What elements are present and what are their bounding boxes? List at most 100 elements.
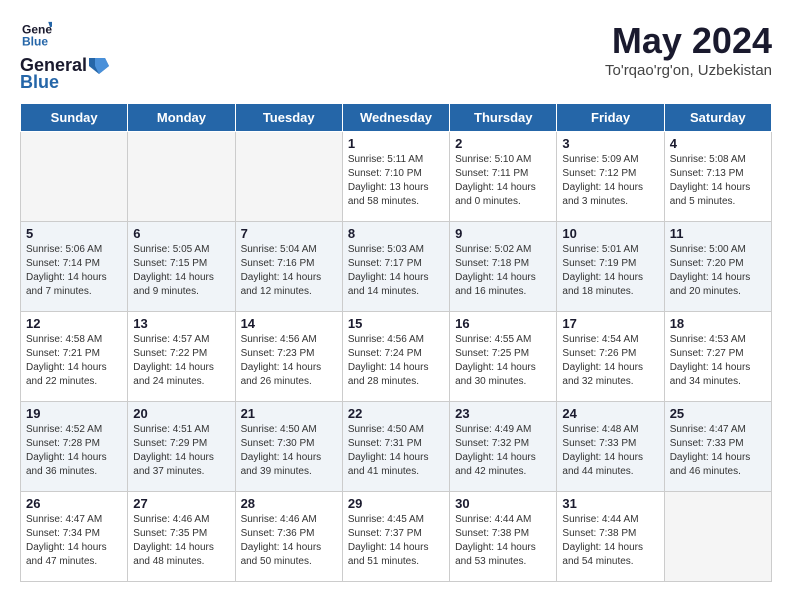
calendar-cell: 17 Sunrise: 4:54 AMSunset: 7:26 PMDayligh…	[557, 312, 664, 402]
month-title: May 2024	[605, 20, 772, 62]
day-info: Sunrise: 4:45 AMSunset: 7:37 PMDaylight:…	[348, 513, 444, 569]
day-info: Sunrise: 4:47 AMSunset: 7:33 PMDaylight:…	[670, 423, 766, 479]
day-number: 28	[241, 496, 337, 511]
day-number: 17	[562, 316, 658, 331]
day-number: 12	[26, 316, 122, 331]
calendar-cell: 31 Sunrise: 4:44 AMSunset: 7:38 PMDayligh…	[557, 492, 664, 582]
calendar-cell	[21, 132, 128, 222]
day-info: Sunrise: 4:55 AMSunset: 7:25 PMDaylight:…	[455, 333, 551, 389]
calendar-cell: 27Sunrise: 4:46 AMSunset: 7:35 PMDayligh…	[128, 492, 235, 582]
day-info: Sunrise: 5:09 AMSunset: 7:12 PMDaylight:…	[562, 153, 658, 209]
day-info: Sunrise: 4:50 AMSunset: 7:30 PMDaylight:…	[241, 423, 337, 479]
day-number: 25	[670, 406, 766, 421]
day-number: 15	[348, 316, 444, 331]
day-number: 14	[241, 316, 337, 331]
day-info: Sunrise: 4:56 AMSunset: 7:24 PMDaylight:…	[348, 333, 444, 389]
day-info: Sunrise: 4:57 AMSunset: 7:22 PMDaylight:…	[133, 333, 229, 389]
calendar-cell: 1 Sunrise: 5:11 AMSunset: 7:10 PMDaylight…	[342, 132, 449, 222]
calendar-cell: 9 Sunrise: 5:02 AMSunset: 7:18 PMDaylight…	[450, 222, 557, 312]
calendar-cell: 16Sunrise: 4:55 AMSunset: 7:25 PMDayligh…	[450, 312, 557, 402]
day-info: Sunrise: 5:02 AMSunset: 7:18 PMDaylight:…	[455, 243, 551, 299]
day-number: 11	[670, 226, 766, 241]
calendar-week-3: 12Sunrise: 4:58 AMSunset: 7:21 PMDayligh…	[21, 312, 772, 402]
day-number: 29	[348, 496, 444, 511]
calendar-cell: 13 Sunrise: 4:57 AMSunset: 7:22 PMDayligh…	[128, 312, 235, 402]
day-number: 21	[241, 406, 337, 421]
calendar-cell: 29 Sunrise: 4:45 AMSunset: 7:37 PMDayligh…	[342, 492, 449, 582]
day-info: Sunrise: 4:48 AMSunset: 7:33 PMDaylight:…	[562, 423, 658, 479]
calendar-cell: 10 Sunrise: 5:01 AMSunset: 7:19 PMDayligh…	[557, 222, 664, 312]
day-number: 9	[455, 226, 551, 241]
day-info: Sunrise: 4:54 AMSunset: 7:26 PMDaylight:…	[562, 333, 658, 389]
calendar-cell: 14 Sunrise: 4:56 AMSunset: 7:23 PMDayligh…	[235, 312, 342, 402]
calendar-cell: 7 Sunrise: 5:04 AMSunset: 7:16 PMDaylight…	[235, 222, 342, 312]
day-info: Sunrise: 5:11 AMSunset: 7:10 PMDaylight:…	[348, 153, 444, 209]
day-number: 31	[562, 496, 658, 511]
day-number: 1	[348, 136, 444, 151]
page-header: General Blue General Blue May 2024 To'rq…	[20, 20, 772, 93]
day-info: Sunrise: 4:46 AMSunset: 7:35 PMDaylight:…	[133, 513, 229, 569]
logo-icon: General Blue	[22, 20, 52, 50]
calendar-week-4: 19 Sunrise: 4:52 AMSunset: 7:28 PMDayligh…	[21, 402, 772, 492]
day-header-wednesday: Wednesday	[342, 104, 449, 132]
day-info: Sunrise: 4:44 AMSunset: 7:38 PMDaylight:…	[455, 513, 551, 569]
day-info: Sunrise: 5:08 AMSunset: 7:13 PMDaylight:…	[670, 153, 766, 209]
day-number: 30	[455, 496, 551, 511]
day-number: 19	[26, 406, 122, 421]
calendar-cell	[664, 492, 771, 582]
day-number: 13	[133, 316, 229, 331]
calendar-cell: 28 Sunrise: 4:46 AMSunset: 7:36 PMDayligh…	[235, 492, 342, 582]
day-info: Sunrise: 5:04 AMSunset: 7:16 PMDaylight:…	[241, 243, 337, 299]
day-number: 5	[26, 226, 122, 241]
day-info: Sunrise: 4:51 AMSunset: 7:29 PMDaylight:…	[133, 423, 229, 479]
day-number: 8	[348, 226, 444, 241]
calendar-cell: 8 Sunrise: 5:03 AMSunset: 7:17 PMDaylight…	[342, 222, 449, 312]
day-number: 26	[26, 496, 122, 511]
svg-text:Blue: Blue	[22, 35, 48, 49]
day-info: Sunrise: 4:44 AMSunset: 7:38 PMDaylight:…	[562, 513, 658, 569]
day-number: 3	[562, 136, 658, 151]
calendar-cell: 21 Sunrise: 4:50 AMSunset: 7:30 PMDayligh…	[235, 402, 342, 492]
calendar-cell: 18Sunrise: 4:53 AMSunset: 7:27 PMDayligh…	[664, 312, 771, 402]
day-header-saturday: Saturday	[664, 104, 771, 132]
day-number: 24	[562, 406, 658, 421]
calendar-cell: 12Sunrise: 4:58 AMSunset: 7:21 PMDayligh…	[21, 312, 128, 402]
calendar-cell: 4 Sunrise: 5:08 AMSunset: 7:13 PMDaylight…	[664, 132, 771, 222]
day-info: Sunrise: 4:52 AMSunset: 7:28 PMDaylight:…	[26, 423, 122, 479]
day-number: 10	[562, 226, 658, 241]
day-number: 6	[133, 226, 229, 241]
day-info: Sunrise: 4:53 AMSunset: 7:27 PMDaylight:…	[670, 333, 766, 389]
calendar-week-5: 26 Sunrise: 4:47 AMSunset: 7:34 PMDayligh…	[21, 492, 772, 582]
calendar-cell: 25 Sunrise: 4:47 AMSunset: 7:33 PMDayligh…	[664, 402, 771, 492]
day-info: Sunrise: 4:46 AMSunset: 7:36 PMDaylight:…	[241, 513, 337, 569]
calendar-cell: 22 Sunrise: 4:50 AMSunset: 7:31 PMDayligh…	[342, 402, 449, 492]
calendar-body: 1 Sunrise: 5:11 AMSunset: 7:10 PMDaylight…	[21, 132, 772, 582]
calendar-cell: 23Sunrise: 4:49 AMSunset: 7:32 PMDayligh…	[450, 402, 557, 492]
day-info: Sunrise: 5:01 AMSunset: 7:19 PMDaylight:…	[562, 243, 658, 299]
day-number: 20	[133, 406, 229, 421]
calendar-cell: 15 Sunrise: 4:56 AMSunset: 7:24 PMDayligh…	[342, 312, 449, 402]
calendar-cell	[128, 132, 235, 222]
calendar-cell: 19 Sunrise: 4:52 AMSunset: 7:28 PMDayligh…	[21, 402, 128, 492]
day-number: 4	[670, 136, 766, 151]
calendar-cell	[235, 132, 342, 222]
calendar-cell: 5 Sunrise: 5:06 AMSunset: 7:14 PMDaylight…	[21, 222, 128, 312]
day-info: Sunrise: 5:03 AMSunset: 7:17 PMDaylight:…	[348, 243, 444, 299]
day-number: 7	[241, 226, 337, 241]
logo-arrow-icon	[87, 56, 109, 76]
day-info: Sunrise: 5:06 AMSunset: 7:14 PMDaylight:…	[26, 243, 122, 299]
day-info: Sunrise: 4:47 AMSunset: 7:34 PMDaylight:…	[26, 513, 122, 569]
day-number: 22	[348, 406, 444, 421]
day-info: Sunrise: 4:50 AMSunset: 7:31 PMDaylight:…	[348, 423, 444, 479]
calendar-cell: 26 Sunrise: 4:47 AMSunset: 7:34 PMDayligh…	[21, 492, 128, 582]
day-header-tuesday: Tuesday	[235, 104, 342, 132]
calendar-cell: 20 Sunrise: 4:51 AMSunset: 7:29 PMDayligh…	[128, 402, 235, 492]
day-info: Sunrise: 4:49 AMSunset: 7:32 PMDaylight:…	[455, 423, 551, 479]
calendar-cell: 30 Sunrise: 4:44 AMSunset: 7:38 PMDayligh…	[450, 492, 557, 582]
calendar-cell: 11Sunrise: 5:00 AMSunset: 7:20 PMDayligh…	[664, 222, 771, 312]
day-header-thursday: Thursday	[450, 104, 557, 132]
day-number: 2	[455, 136, 551, 151]
day-info: Sunrise: 5:10 AMSunset: 7:11 PMDaylight:…	[455, 153, 551, 209]
day-info: Sunrise: 4:56 AMSunset: 7:23 PMDaylight:…	[241, 333, 337, 389]
day-header-friday: Friday	[557, 104, 664, 132]
